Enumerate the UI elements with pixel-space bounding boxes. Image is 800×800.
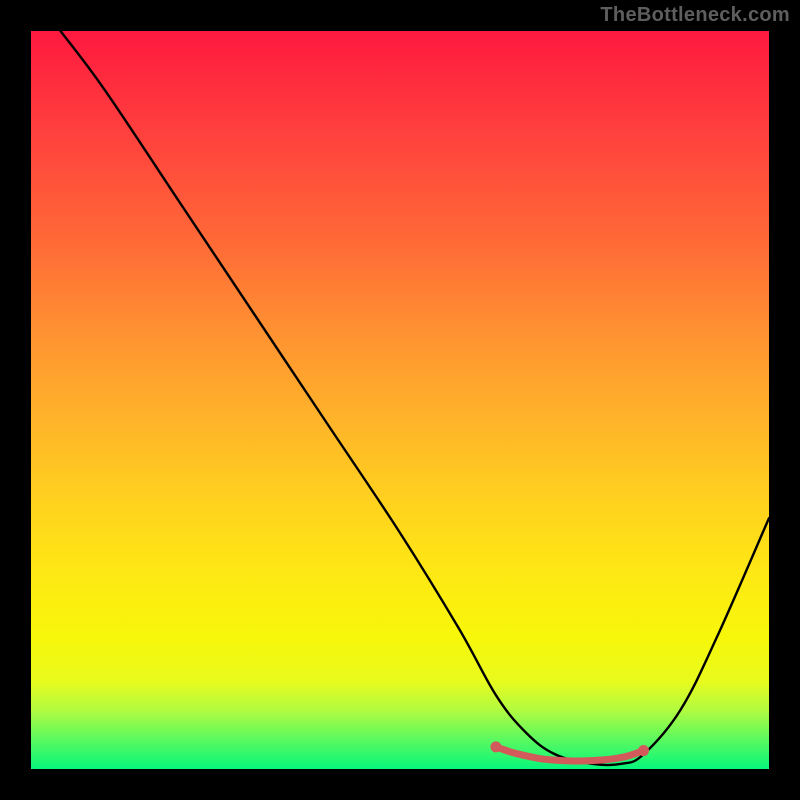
watermark-text: TheBottleneck.com (600, 4, 790, 27)
chart-container: TheBottleneck.com (0, 0, 800, 800)
gradient-plot-area (31, 31, 769, 769)
